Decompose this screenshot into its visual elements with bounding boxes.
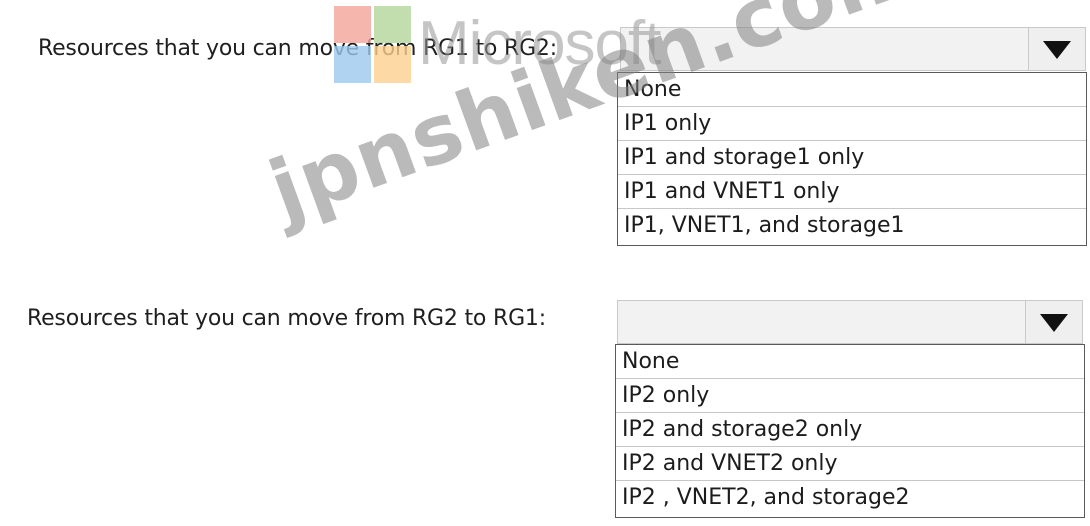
question-2-option[interactable]: IP2 and VNET2 only	[616, 447, 1084, 481]
logo-blue-square	[334, 46, 371, 83]
question-1-option[interactable]: IP1, VNET1, and storage1	[618, 209, 1086, 245]
question-1-dropdown[interactable]	[620, 27, 1086, 71]
question-1-options-list: None IP1 only IP1 and storage1 only IP1 …	[617, 72, 1087, 246]
question-2-dropdown-toggle[interactable]	[1025, 301, 1082, 343]
microsoft-logo-watermark	[334, 6, 412, 84]
logo-green-square	[374, 6, 411, 43]
question-1-dropdown-toggle[interactable]	[1028, 28, 1085, 70]
question-2-dropdown[interactable]	[617, 300, 1083, 344]
question-2-option[interactable]: IP2 and storage2 only	[616, 413, 1084, 447]
question-1-option[interactable]: IP1 and storage1 only	[618, 141, 1086, 175]
question-2-option[interactable]: None	[616, 345, 1084, 379]
triangle-down-icon	[1043, 41, 1071, 59]
question-1-option[interactable]: IP1 and VNET1 only	[618, 175, 1086, 209]
question-1-option[interactable]: IP1 only	[618, 107, 1086, 141]
question-1-option[interactable]: None	[618, 73, 1086, 107]
question-2-option[interactable]: IP2 only	[616, 379, 1084, 413]
microsoft-wordmark-watermark: Microsoft	[418, 9, 661, 78]
question-2-option[interactable]: IP2 , VNET2, and storage2	[616, 481, 1084, 517]
logo-red-square	[334, 6, 371, 43]
triangle-down-icon	[1040, 314, 1068, 332]
question-2-label: Resources that you can move from RG2 to …	[27, 306, 546, 331]
question-2-options-list: None IP2 only IP2 and storage2 only IP2 …	[615, 344, 1085, 518]
logo-yellow-square	[374, 46, 411, 83]
